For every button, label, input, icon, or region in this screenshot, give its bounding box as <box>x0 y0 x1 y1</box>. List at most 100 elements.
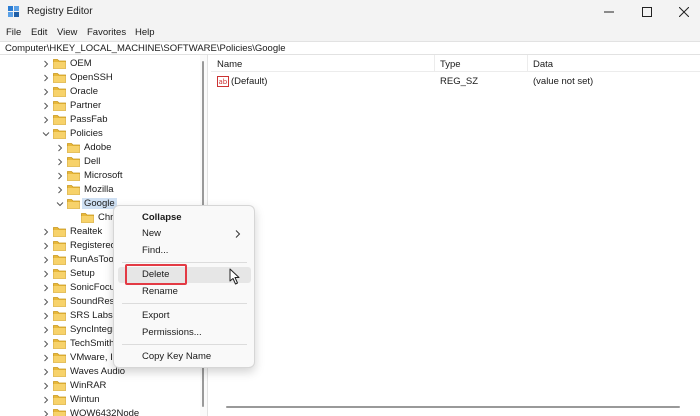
chevron-right-icon[interactable] <box>42 382 50 390</box>
folder-icon <box>53 59 66 69</box>
context-item-label: Export <box>142 310 170 321</box>
context-item-label: Rename <box>142 286 178 297</box>
menu-bar: File Edit View Favorites Help <box>0 24 700 41</box>
menu-favorites[interactable]: Favorites <box>87 27 126 38</box>
chevron-right-icon[interactable] <box>42 326 50 334</box>
chevron-right-icon[interactable] <box>56 172 64 180</box>
delete-highlight-annotation <box>125 264 187 285</box>
context-item-label: Permissions... <box>142 327 202 338</box>
tree-item[interactable]: Microsoft <box>0 169 200 183</box>
folder-icon <box>53 395 66 405</box>
folder-icon <box>67 171 80 181</box>
chevron-right-icon[interactable] <box>42 242 50 250</box>
folder-icon <box>53 339 66 349</box>
column-header-data[interactable]: Data <box>533 59 553 70</box>
chevron-right-icon[interactable] <box>42 340 50 348</box>
folder-icon <box>53 311 66 321</box>
context-item-collapse[interactable]: Collapse <box>118 210 251 226</box>
chevron-right-icon[interactable] <box>42 368 50 376</box>
context-item-find[interactable]: Find... <box>118 243 251 259</box>
tree-item-label: Adobe <box>84 142 112 153</box>
registry-editor-app-icon <box>8 6 19 17</box>
chevron-right-icon[interactable] <box>42 116 50 124</box>
context-item-label: Collapse <box>142 212 182 223</box>
context-item-permissions[interactable]: Permissions... <box>118 325 251 341</box>
tree-item[interactable]: Partner <box>0 99 200 113</box>
chevron-right-icon[interactable] <box>42 354 50 362</box>
tree-item[interactable]: OEM <box>0 57 200 71</box>
folder-icon <box>53 101 66 111</box>
address-bar[interactable]: Computer\HKEY_LOCAL_MACHINE\SOFTWARE\Pol… <box>0 41 700 55</box>
tree-item[interactable]: Mozilla <box>0 183 200 197</box>
folder-icon <box>53 241 66 251</box>
list-horizontal-scrollbar[interactable] <box>226 404 696 410</box>
menu-view[interactable]: View <box>57 27 77 38</box>
chevron-right-icon[interactable] <box>42 88 50 96</box>
menu-separator <box>122 303 247 304</box>
context-menu: Collapse New Find... Delete Rename Expor… <box>113 205 255 368</box>
column-header-type[interactable]: Type <box>440 59 461 70</box>
maximize-icon <box>642 7 652 17</box>
folder-icon <box>53 115 66 125</box>
chevron-down-icon[interactable] <box>42 130 50 138</box>
tree-item[interactable]: Dell <box>0 155 200 169</box>
context-item-copy-key-name[interactable]: Copy Key Name <box>118 349 251 365</box>
chevron-right-icon[interactable] <box>42 396 50 404</box>
folder-icon <box>53 297 66 307</box>
list-scrollbar-thumb[interactable] <box>226 406 680 408</box>
address-path: Computer\HKEY_LOCAL_MACHINE\SOFTWARE\Pol… <box>5 43 286 54</box>
folder-icon <box>53 353 66 363</box>
chevron-right-icon[interactable] <box>42 410 50 416</box>
tree-item-label: SRS Labs <box>70 310 113 321</box>
column-header-name[interactable]: Name <box>217 59 242 70</box>
tree-item-label: Partner <box>70 100 102 111</box>
tree-item[interactable]: Adobe <box>0 141 200 155</box>
context-item-label: New <box>142 228 162 239</box>
tree-item-label: SonicFocu <box>70 282 115 293</box>
chevron-right-icon[interactable] <box>56 144 64 152</box>
chevron-right-icon[interactable] <box>56 186 64 194</box>
chevron-down-icon[interactable] <box>56 200 64 208</box>
tree-item[interactable]: WinRAR <box>0 379 200 393</box>
tree-item-label: WOW6432Node <box>70 408 140 416</box>
context-item-rename[interactable]: Rename <box>118 284 251 300</box>
menu-help[interactable]: Help <box>135 27 155 38</box>
chevron-right-icon[interactable] <box>42 256 50 264</box>
tree-item[interactable]: Oracle <box>0 85 200 99</box>
tree-item[interactable]: Policies <box>0 127 200 141</box>
tree-item[interactable]: Wintun <box>0 393 200 407</box>
tree-item-label: Microsoft <box>84 170 123 181</box>
folder-icon <box>53 227 66 237</box>
values-list-pane[interactable]: Name Type Data ab (Default) REG_SZ (valu… <box>211 55 700 416</box>
folder-icon <box>53 409 66 416</box>
tree-item-label: Oracle <box>70 86 98 97</box>
context-item-new[interactable]: New <box>118 226 251 242</box>
folder-icon <box>53 325 66 335</box>
chevron-right-icon <box>235 230 241 238</box>
chevron-right-icon[interactable] <box>42 60 50 68</box>
tree-item[interactable]: PassFab <box>0 113 200 127</box>
tree-item[interactable]: WOW6432Node <box>0 407 200 416</box>
folder-icon <box>67 185 80 195</box>
chevron-right-icon[interactable] <box>42 102 50 110</box>
tree-item[interactable]: OpenSSH <box>0 71 200 85</box>
list-row-default[interactable]: ab (Default) REG_SZ (value not set) <box>211 75 700 89</box>
menu-edit[interactable]: Edit <box>31 27 47 38</box>
chevron-right-icon[interactable] <box>42 74 50 82</box>
column-separator[interactable] <box>527 55 528 72</box>
chevron-right-icon[interactable] <box>42 284 50 292</box>
menu-separator <box>122 344 247 345</box>
close-button[interactable] <box>661 0 700 24</box>
column-separator[interactable] <box>434 55 435 72</box>
chevron-right-icon[interactable] <box>42 270 50 278</box>
chevron-right-icon[interactable] <box>42 298 50 306</box>
chevron-right-icon[interactable] <box>56 158 64 166</box>
chevron-right-icon[interactable] <box>42 312 50 320</box>
value-data: (value not set) <box>533 76 594 87</box>
tree-item-label: VMware, I <box>70 352 113 363</box>
menu-file[interactable]: File <box>6 27 21 38</box>
chevron-right-icon[interactable] <box>42 228 50 236</box>
context-item-export[interactable]: Export <box>118 308 251 324</box>
tree-item-label: PassFab <box>70 114 108 125</box>
tree-item-label: TechSmith <box>70 338 115 349</box>
